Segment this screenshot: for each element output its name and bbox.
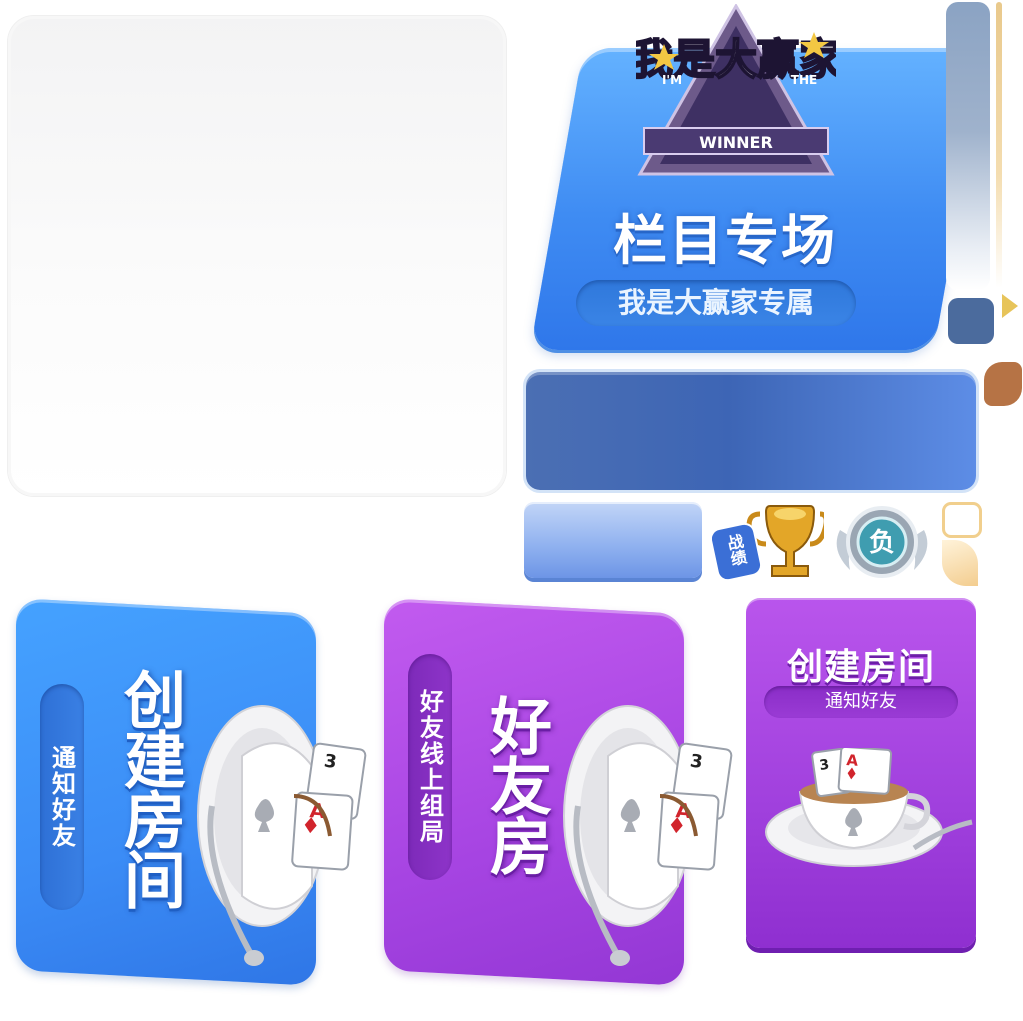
friend-room-subtitle: 好友线上组局 <box>415 689 444 845</box>
logo-im-text: I'M <box>662 73 682 87</box>
slider-track-gold <box>996 2 1002 288</box>
blank-panel <box>8 16 506 496</box>
gold-frame-small <box>942 502 982 538</box>
create-room-subtitle: 通知好友 <box>47 745 76 849</box>
coffee-cup-cards-icon: 3 A <box>765 748 973 867</box>
create-room-title: 创建房间 <box>113 668 186 908</box>
logo-winner-text: WINNER <box>699 133 773 152</box>
blue-banner-bar <box>526 372 976 490</box>
winner-card-subtitle: 我是大赢家专属 <box>617 286 814 319</box>
card-rank-a: A <box>846 751 859 770</box>
logo-the-text: THE <box>791 73 817 87</box>
brown-swatch <box>984 362 1022 406</box>
winner-logo: 我是大赢家 I'M THE WINNER <box>636 4 836 176</box>
winner-card-title: 栏目专场 <box>613 209 837 272</box>
loss-badge-icon: 负 <box>836 506 928 578</box>
create-room-compact-subtitle: 通知好友 <box>825 691 897 712</box>
create-room-pill: 通知好友 <box>40 684 84 910</box>
friend-room-pill: 好友线上组局 <box>408 654 452 880</box>
coffee-cup-cards-icon: 3 A <box>197 705 367 966</box>
play-arrow-icon <box>1002 294 1018 318</box>
blue-tab-button[interactable] <box>524 502 702 578</box>
coffee-cup-cards-icon: 3 A <box>563 705 733 966</box>
navy-swatch <box>948 298 994 344</box>
friend-room-title: 好友房 <box>479 694 552 874</box>
loss-label: 负 <box>869 528 895 558</box>
gold-leaf-shape <box>942 540 978 586</box>
create-room-compact-title: 创建房间 <box>786 647 935 688</box>
slider-track-blue <box>946 2 990 290</box>
trophy-record-icon[interactable]: 战绩 <box>712 500 824 588</box>
